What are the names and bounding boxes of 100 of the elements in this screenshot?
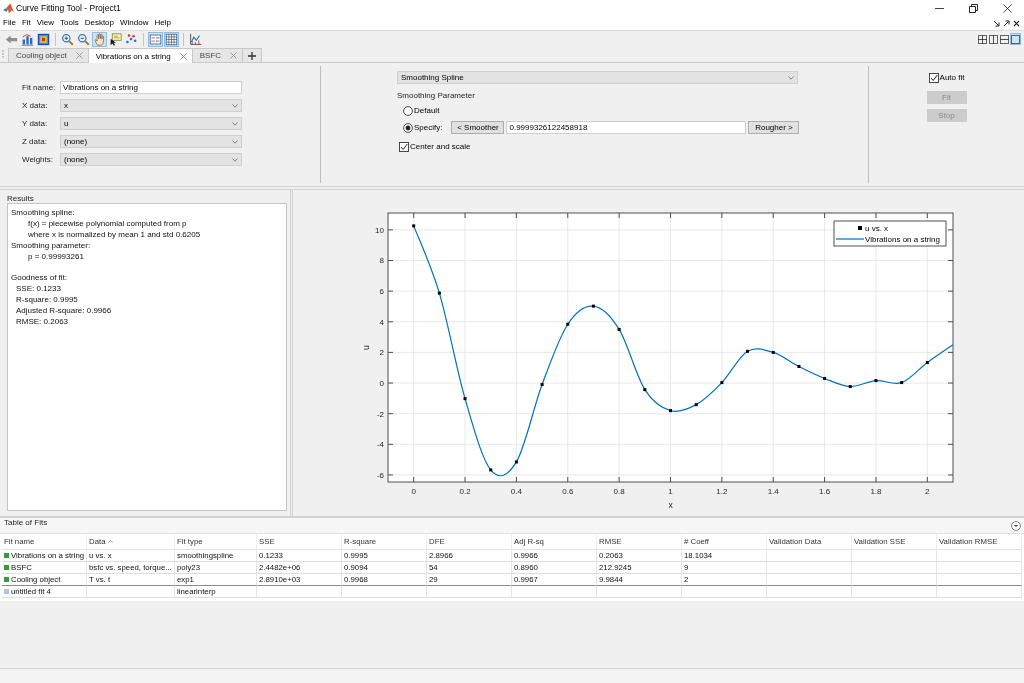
results-heading: Goodness of fit: — [11, 273, 68, 285]
data-point — [591, 304, 595, 308]
close-icon — [1002, 3, 1012, 13]
results-line: f(x) = piecewise polynomial computed from p — [27, 218, 187, 230]
menu-item[interactable]: File — [0, 17, 19, 29]
grid-button[interactable] — [164, 31, 179, 47]
layout-button[interactable] — [1010, 33, 1021, 45]
dropdown[interactable]: u — [60, 117, 242, 130]
results-heading: Smoothing spline: — [11, 208, 75, 219]
data-point — [617, 327, 621, 331]
field-label: Z data: — [22, 137, 48, 146]
tick-label: 2 — [925, 487, 930, 496]
axis-label: x — [668, 500, 673, 510]
field-label: Weights: — [22, 155, 54, 164]
legend-icon — [149, 32, 162, 46]
tick-label: 1 — [668, 487, 673, 496]
tick-label: -2 — [376, 409, 384, 419]
grid-icon — [165, 32, 178, 46]
results-line: R-square: 0.9995 — [15, 295, 78, 306]
data-point — [437, 291, 441, 295]
checkbox-option[interactable]: Center and scale — [399, 141, 471, 152]
zoom-in-icon — [61, 32, 74, 46]
field-label: X data: — [22, 101, 49, 110]
results-heading: Smoothing parameter: — [11, 240, 91, 252]
single-panel-layout-icon — [1011, 34, 1020, 44]
chevron-down-icon — [788, 75, 794, 80]
data-point — [412, 224, 416, 228]
tick-label: 0 — [379, 379, 384, 389]
legend-button[interactable] — [148, 31, 163, 47]
menu-item[interactable]: View — [33, 17, 57, 29]
data-point — [823, 376, 827, 380]
scatter-dots-icon — [125, 32, 138, 46]
data-point — [797, 365, 801, 368]
tick-label: 1.6 — [819, 487, 831, 496]
radio-option[interactable]: Specify: — [403, 122, 443, 133]
sort-indicator-icon — [108, 540, 114, 543]
data-point — [746, 349, 750, 353]
layout-button[interactable] — [999, 33, 1010, 45]
layout-button[interactable] — [977, 33, 988, 45]
pan-button[interactable] — [92, 31, 107, 47]
tab[interactable]: Vibrations on a string — [87, 48, 193, 63]
dropdown[interactable]: x — [60, 99, 242, 112]
tick-label: 1.8 — [870, 487, 882, 496]
up-right-arrow-icon[interactable] — [1003, 19, 1010, 27]
chevron-down-icon — [232, 121, 238, 126]
smoother-button[interactable]: < Smoother — [451, 121, 505, 134]
data-point — [514, 460, 518, 464]
app-logo-icon — [3, 2, 14, 14]
menu-item[interactable]: Desktop — [81, 17, 118, 29]
legend-marker-icon — [858, 226, 862, 230]
tick-label: 0.4 — [510, 487, 522, 496]
data-button[interactable] — [20, 31, 35, 47]
tick-label: 1.4 — [767, 487, 779, 496]
residuals-button[interactable] — [188, 31, 203, 47]
legend-label: Vibrations on a string — [865, 235, 940, 244]
menu-item[interactable]: Help — [151, 17, 174, 29]
tick-label: 0.6 — [562, 487, 574, 496]
two-column-layout-icon — [989, 34, 998, 44]
menu-item[interactable]: Tools — [57, 17, 82, 29]
results-line: p = 0.99993261 — [27, 251, 84, 263]
chevron-down-icon — [232, 157, 238, 162]
chevron-down-icon — [232, 139, 238, 144]
parameter-field[interactable]: 0.9999326122458918 — [506, 121, 747, 134]
panel-title: Table of Fits — [4, 518, 48, 527]
radio-option[interactable]: Default — [403, 105, 440, 116]
results-line: Adjusted R-square: 0.9966 — [15, 306, 112, 317]
data-point — [463, 397, 467, 401]
collapse-icon[interactable] — [1011, 520, 1021, 531]
tab[interactable]: BSFC — [191, 48, 244, 62]
results-line: RMSE: 0.2063 — [15, 316, 69, 328]
dropdown[interactable]: (none) — [60, 153, 242, 166]
data-point — [900, 381, 904, 385]
tick-label: 1.2 — [716, 487, 728, 496]
checkbox-option[interactable]: Auto fit — [928, 72, 965, 83]
color-map-icon — [37, 32, 50, 46]
bar-chart-icon — [21, 32, 34, 46]
tick-label: 0.8 — [613, 487, 625, 496]
menu-item[interactable]: Window — [117, 17, 152, 29]
data-point — [694, 403, 698, 407]
colormap-button[interactable] — [36, 31, 51, 47]
dropdown[interactable]: Smoothing Spline — [397, 71, 798, 84]
zoom-out-button[interactable] — [76, 31, 91, 47]
new-tab-button[interactable] — [242, 48, 263, 62]
zoom-in-button[interactable] — [60, 31, 75, 47]
data-point — [540, 383, 544, 387]
close-icon[interactable] — [1013, 19, 1020, 27]
layout-button[interactable] — [988, 33, 999, 45]
line-plot-icon — [189, 32, 202, 46]
field-label: Fit name: — [22, 83, 57, 92]
data-cursor-button[interactable] — [108, 31, 123, 47]
results-line: where x is normalized by mean 1 and std 0.6205 — [27, 229, 201, 241]
section-label: Smoothing Parameter — [397, 91, 475, 101]
menu-item[interactable]: Fit — [18, 17, 34, 29]
dropdown[interactable]: (none) — [60, 135, 242, 148]
tab[interactable]: Cooling object — [8, 48, 89, 62]
down-right-arrow-icon[interactable] — [993, 19, 1000, 27]
field-label: Y data: — [22, 119, 49, 128]
rougher-button[interactable]: Rougher > — [748, 121, 800, 134]
tick-label: -6 — [376, 470, 384, 480]
text-field[interactable]: Vibrations on a string — [60, 81, 242, 94]
